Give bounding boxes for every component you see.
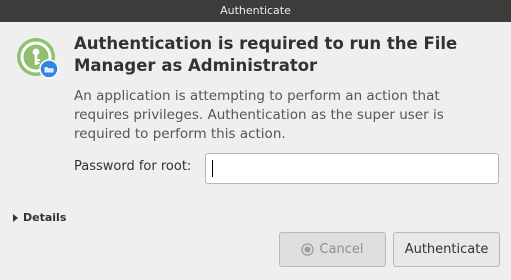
password-field[interactable] — [205, 153, 499, 184]
chevron-right-icon — [13, 213, 18, 222]
dialog-content: Authentication is required to run the Fi… — [0, 22, 511, 280]
text-caret — [212, 160, 213, 177]
password-label: Password for root: — [74, 159, 192, 174]
dialog-description: An application is attempting to perform … — [74, 88, 444, 142]
dialog-heading: Authentication is required to run the Fi… — [74, 34, 458, 75]
cancel-button[interactable]: Cancel — [279, 232, 386, 267]
authenticate-dialog: Authenticate Authentication is required … — [0, 0, 511, 280]
cancel-icon — [301, 243, 315, 256]
authenticate-button[interactable]: Authenticate — [393, 232, 500, 267]
window-titlebar[interactable]: Authenticate — [0, 0, 511, 22]
details-expander[interactable]: Details — [13, 211, 66, 224]
authenticate-button-label: Authenticate — [404, 242, 489, 257]
window-title: Authenticate — [220, 4, 291, 17]
lock-user-icon — [17, 38, 59, 79]
details-label: Details — [23, 211, 67, 224]
cancel-button-label: Cancel — [319, 242, 364, 257]
